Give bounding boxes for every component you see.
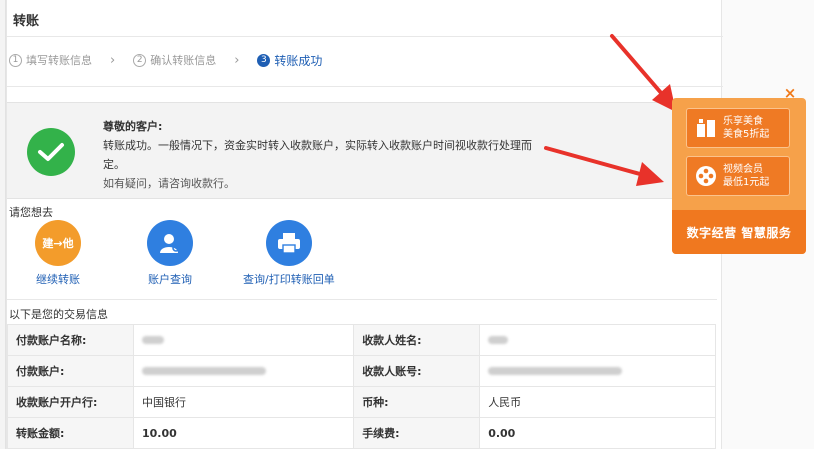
print-receipt-button[interactable]: 查询/打印转账回单 (243, 220, 335, 287)
promo-widget[interactable]: 乐享美食 美食5折起 视频会员 最低1元起 数字经营 智慧服务 (672, 98, 806, 254)
step-label: 确认转账信息 (150, 54, 217, 67)
user-search-icon (147, 220, 193, 266)
action-label: 账户查询 (148, 273, 192, 286)
promo-banner: 数字经营 智慧服务 (672, 210, 806, 254)
table-row: 付款账户: 收款人账号: (7, 355, 716, 387)
table-row: 收款账户开户行: 中国银行 币种: 人民币 (7, 386, 716, 418)
greeting-text: 尊敬的客户: (103, 120, 163, 133)
step-success: 3 转账成功 (257, 52, 322, 69)
label-currency: 币种: (353, 386, 481, 418)
value-payer-account (132, 355, 355, 387)
close-icon[interactable]: × (783, 86, 797, 101)
food-icon (693, 115, 719, 141)
step-number: 1 (9, 53, 22, 67)
account-query-button[interactable]: 账户查询 (147, 220, 193, 287)
redacted-value (142, 335, 164, 344)
transaction-table: 付款账户名称: 收款人姓名: 付款账户: 收款人账号: 收款账户开户行: 中国银… (7, 324, 716, 449)
label-fee: 手续费: (353, 417, 481, 449)
step-label: 转账成功 (274, 53, 323, 68)
redacted-value (488, 366, 623, 375)
action-label: 继续转账 (36, 273, 80, 286)
step-label: 填写转账信息 (26, 54, 92, 67)
value-fee: 0.00 (479, 417, 716, 449)
step-number: 2 (133, 53, 147, 67)
label-payee-account: 收款人账号: (353, 355, 481, 387)
promo-card-video[interactable]: 视频会员 最低1元起 (686, 156, 790, 196)
step-number: 3 (257, 53, 271, 67)
help-text: 如有疑问，请咨询收款行。 (103, 177, 235, 190)
value-payee-account (479, 355, 716, 387)
label-payer-account: 付款账户: (7, 355, 134, 387)
promo-line2: 最低1元起 (723, 177, 770, 188)
progress-steps: 1 填写转账信息 › 2 确认转账信息 › 3 转账成功 (9, 50, 322, 70)
success-check-icon (27, 128, 75, 176)
step-confirm-info: 2 确认转账信息 (133, 52, 216, 68)
label-payee-name: 收款人姓名: (353, 324, 481, 356)
value-amount: 10.00 (132, 417, 355, 449)
promo-line1: 视频会员 (723, 164, 763, 175)
redacted-value (142, 366, 266, 375)
continue-transfer-button[interactable]: 建→他 继续转账 (35, 220, 81, 287)
transfer-icon-text: 建→他 (42, 237, 74, 250)
promo-line1: 乐享美食 (723, 116, 763, 127)
success-message: 尊敬的客户: 转账成功。一般情况下，资金实时转入收款账户，实际转入收款账户时间视… (103, 117, 553, 193)
label-amount: 转账金额: (7, 417, 134, 449)
label-payee-bank: 收款账户开户行: (7, 386, 134, 418)
promo-banner-text: 数字经营 智慧服务 (686, 225, 792, 240)
film-reel-icon (693, 163, 719, 189)
value-currency: 人民币 (479, 386, 716, 418)
table-row: 转账金额: 10.00 手续费: 0.00 (7, 417, 716, 449)
transfer-icon: 建→他 (35, 220, 81, 266)
value-payee-name (479, 324, 716, 356)
table-row: 付款账户名称: 收款人姓名: (7, 324, 716, 356)
value-payer-name (132, 324, 355, 356)
actions-heading: 请您想去 (9, 206, 53, 219)
divider (7, 299, 717, 300)
chevron-right-icon: › (234, 52, 240, 68)
printer-icon (265, 220, 312, 266)
value-payee-bank: 中国银行 (132, 386, 355, 418)
chevron-right-icon: › (110, 52, 116, 68)
step-fill-info: 1 填写转账信息 (9, 52, 92, 68)
promo-line2: 美食5折起 (723, 129, 770, 140)
page-title: 转账 (13, 14, 40, 29)
screen: 转账 1 填写转账信息 › 2 确认转账信息 › 3 转账成功 尊敬的客户: 转… (0, 0, 814, 449)
transaction-heading: 以下是您的交易信息 (9, 308, 108, 321)
redacted-value (488, 335, 509, 344)
promo-card-food[interactable]: 乐享美食 美食5折起 (686, 108, 790, 148)
success-text: 转账成功。一般情况下，资金实时转入收款账户，实际转入收款账户时间视收款行处理而定… (103, 139, 532, 171)
annotation-arrow-icon (544, 146, 664, 186)
label-payer-name: 付款账户名称: (7, 324, 134, 356)
action-label: 查询/打印转账回单 (243, 273, 335, 286)
